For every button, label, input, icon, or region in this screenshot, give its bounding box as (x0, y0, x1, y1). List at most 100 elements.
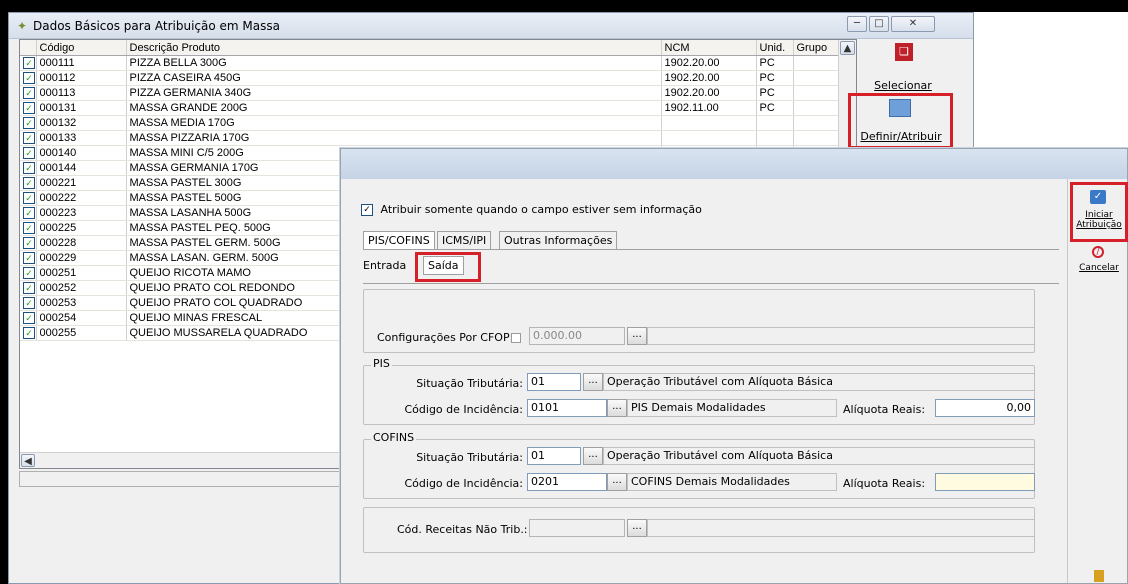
checkmark-icon: ✓ (1090, 190, 1106, 204)
cell-codigo: 000221 (36, 175, 127, 191)
subtab-entrada[interactable]: Entrada (363, 259, 406, 272)
row-checkbox: ✓ (20, 85, 37, 101)
pis-incidencia-input[interactable]: 0101 (527, 399, 607, 417)
cell-codigo: 000132 (36, 115, 127, 131)
tab-outras-informacoes[interactable]: Outras Informações (499, 231, 618, 249)
cfop-input[interactable]: 0.000.00 (529, 327, 625, 345)
scroll-left-icon[interactable]: ◀ (21, 454, 35, 467)
pis-aliquota-input[interactable]: 0,00 (935, 399, 1035, 417)
minimize-icon[interactable]: ─ (847, 16, 867, 32)
tab-pis-cofins[interactable]: PIS/COFINS (363, 231, 435, 249)
tab-icms-ipi[interactable]: ICMS/IPI (437, 231, 492, 249)
column-header[interactable]: Grupo (793, 40, 841, 56)
table-row[interactable]: ✓ 000113 PIZZA GERMANIA 340G 1902.20.00 PC (20, 85, 841, 101)
checkbox-checked-icon[interactable]: ✓ (23, 207, 35, 220)
row-checkbox: ✓ (20, 295, 37, 311)
table-row[interactable]: ✓ 000132 MASSA MEDIA 170G (20, 115, 841, 131)
cell-codigo: 000113 (36, 85, 127, 101)
checkbox-checked-icon[interactable]: ✓ (23, 222, 35, 235)
checkbox-checked-icon[interactable]: ✓ (23, 237, 35, 250)
row-checkbox: ✓ (20, 70, 37, 86)
cofins-incidencia-lookup-button[interactable]: ... (607, 473, 627, 491)
receitas-lookup-button[interactable]: ... (627, 519, 647, 537)
checkbox-checked-icon[interactable]: ✓ (23, 147, 35, 160)
cell-ncm (661, 130, 757, 146)
row-checkbox: ✓ (20, 130, 37, 146)
pis-incidencia-lookup-button[interactable]: ... (607, 399, 627, 417)
checkbox-checked-icon[interactable]: ✓ (23, 252, 35, 265)
cofins-aliquota-input[interactable] (935, 473, 1035, 491)
cofins-incidencia-input[interactable]: 0201 (527, 473, 607, 491)
left-black-frame (0, 0, 8, 584)
cell-codigo: 000255 (36, 325, 127, 341)
cell-codigo: 000111 (36, 55, 127, 71)
cell-descricao: PIZZA CASEIRA 450G (126, 70, 662, 86)
table-row[interactable]: ✓ 000133 MASSA PIZZARIA 170G (20, 130, 841, 146)
checkbox-checked-icon[interactable]: ✓ (23, 312, 35, 325)
cfop-lookup-button[interactable]: ... (627, 327, 647, 345)
checkbox-checked-icon[interactable]: ✓ (23, 282, 35, 295)
row-checkbox: ✓ (20, 100, 37, 116)
cofins-situacao-input[interactable]: 01 (527, 447, 581, 465)
table-row[interactable]: ✓ 000111 PIZZA BELLA 300G 1902.20.00 PC (20, 55, 841, 71)
pis-situacao-label: Situação Tributária: (416, 377, 523, 390)
receitas-input[interactable] (529, 519, 625, 537)
cell-descricao: PIZZA GERMANIA 340G (126, 85, 662, 101)
row-checkbox: ✓ (20, 280, 37, 296)
checkbox-checked-icon[interactable]: ✓ (23, 297, 35, 310)
table-row[interactable]: ✓ 000112 PIZZA CASEIRA 450G 1902.20.00 PC (20, 70, 841, 86)
checkbox-checked-icon[interactable]: ✓ (23, 177, 35, 190)
cofins-incidencia-label: Código de Incidência: (404, 477, 524, 490)
cfop-checkbox[interactable] (511, 333, 521, 343)
cofins-situacao-label: Situação Tributária: (416, 451, 523, 464)
selecionar-icon: ❏ (895, 43, 913, 61)
subtab-saida[interactable]: Saída (423, 256, 464, 275)
cofins-aliquota-label: Alíquota Reais: (843, 477, 926, 490)
cancelar-label: Cancelar (1079, 263, 1119, 273)
row-checkbox: ✓ (20, 55, 37, 71)
cell-unid (756, 130, 794, 146)
row-checkbox: ✓ (20, 160, 37, 176)
column-header[interactable]: NCM (661, 40, 757, 56)
iniciar-atribuicao-button[interactable]: ✓ Iniciar Atribuição (1073, 186, 1125, 238)
checkbox-checked-icon: ✓ (361, 204, 373, 216)
column-header[interactable]: Descrição Produto (126, 40, 662, 56)
cell-descricao: MASSA MEDIA 170G (126, 115, 662, 131)
pis-aliquota-label: Alíquota Reais: (843, 403, 926, 416)
pis-situacao-input[interactable]: 01 (527, 373, 581, 391)
row-checkbox: ✓ (20, 190, 37, 206)
row-checkbox: ✓ (20, 310, 37, 326)
atribuir-checkbox[interactable]: ✓ Atribuir somente quando o campo estive… (361, 203, 702, 216)
cofins-group-label: COFINS (371, 431, 417, 444)
definir-atribuir-button[interactable]: Definir/Atribuir (851, 97, 951, 145)
checkbox-checked-icon[interactable]: ✓ (23, 72, 35, 85)
maximize-icon[interactable]: □ (869, 16, 889, 32)
cell-codigo: 000228 (36, 235, 127, 251)
checkbox-checked-icon[interactable]: ✓ (23, 102, 35, 115)
cancelar-button[interactable]: ∕ Cancelar (1072, 246, 1126, 280)
column-header[interactable]: Unid. (756, 40, 794, 56)
cell-unid: PC (756, 70, 794, 86)
definir-label: Definir/Atribuir (860, 130, 942, 143)
checkbox-checked-icon[interactable]: ✓ (23, 267, 35, 280)
cell-codigo: 000222 (36, 190, 127, 206)
definir-icon (889, 99, 911, 117)
pis-situacao-lookup-button[interactable]: ... (583, 373, 603, 391)
checkbox-checked-icon[interactable]: ✓ (23, 192, 35, 205)
checkbox-checked-icon[interactable]: ✓ (23, 162, 35, 175)
checkbox-checked-icon[interactable]: ✓ (23, 57, 35, 70)
table-row[interactable]: ✓ 000131 MASSA GRANDE 200G 1902.11.00 PC (20, 100, 841, 116)
row-checkbox: ✓ (20, 115, 37, 131)
checkbox-checked-icon[interactable]: ✓ (23, 132, 35, 145)
cell-unid: PC (756, 85, 794, 101)
checkbox-checked-icon[interactable]: ✓ (23, 87, 35, 100)
cell-ncm: 1902.11.00 (661, 100, 757, 116)
checkbox-checked-icon[interactable]: ✓ (23, 117, 35, 130)
selecionar-button[interactable]: ❏ Selecionar (851, 39, 955, 92)
checkbox-checked-icon[interactable]: ✓ (23, 327, 35, 340)
cofins-situacao-lookup-button[interactable]: ... (583, 447, 603, 465)
close-icon[interactable]: ✕ (891, 16, 935, 32)
cell-codigo: 000229 (36, 250, 127, 266)
column-header[interactable]: Código (36, 40, 127, 56)
cell-codigo: 000252 (36, 280, 127, 296)
